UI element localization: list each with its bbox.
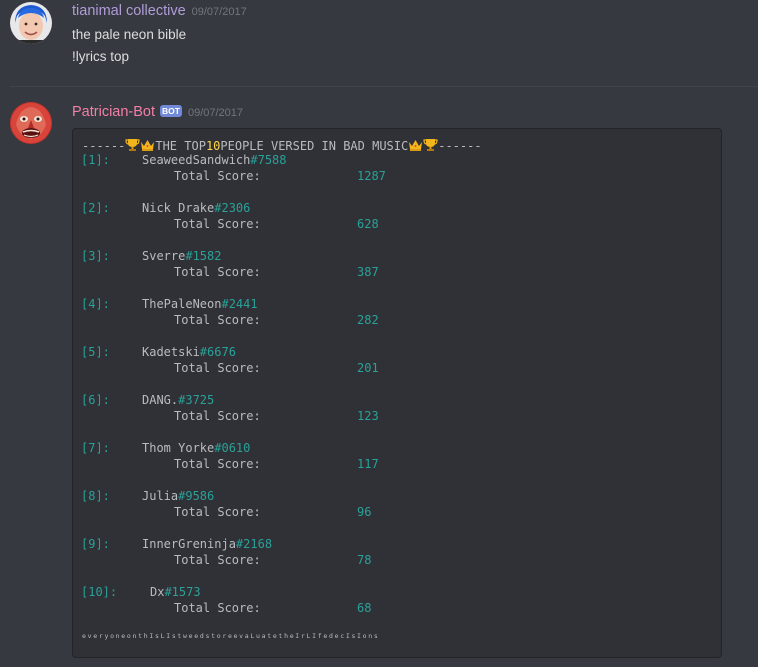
entry-tag: #2441 [221,297,258,311]
header-number: 10 [205,139,221,153]
leaderboard-entry: [6]: DANG.#3725 Total Score: 123 [73,393,713,433]
crown-icon [140,138,155,155]
score-value: 117 [357,457,379,471]
entry-username: Kadetski#6676 [142,345,236,359]
leaderboard-entry: [7]: Thom Yorke#0610 Total Score: 117 [73,441,713,481]
entry-tag: #2306 [214,201,251,215]
message-header: Patrician-Bot BOT 09/07/2017 [72,104,243,124]
entry-username: Nick Drake#2306 [142,201,250,215]
entry-rank: [9]: [81,537,110,551]
entry-tag: #0610 [214,441,251,455]
score-label: Total Score: [174,601,261,615]
message-text: !lyrics top [72,49,130,64]
entry-rank: [1]: [81,153,110,167]
score-label: Total Score: [174,409,261,423]
header-text: PEOPLE VERSED IN BAD MUSIC [220,139,409,153]
score-value: 78 [357,553,372,567]
score-value: 201 [357,361,379,375]
score-value: 123 [357,409,379,423]
entry-name: Nick Drake [142,201,215,215]
entry-username: Dx#1573 [150,585,201,599]
score-label: Total Score: [174,457,261,471]
score-label: Total Score: [174,553,261,567]
score-label: Total Score: [174,217,261,231]
leaderboard-title: ------ THE TOP 10 PEOPLE VERSED IN BAD M… [82,138,482,154]
entry-rank: [5]: [81,345,110,359]
trophy-icon [423,138,438,155]
entry-rank: [8]: [81,489,110,503]
entry-rank: [2]: [81,201,110,215]
message-tianimal: tianimal collective 09/07/2017 the pale … [0,0,758,86]
entry-username: Julia#9586 [142,489,214,503]
username[interactable]: Patrician-Bot [72,104,155,120]
timestamp: 09/07/2017 [187,107,244,119]
leaderboard-entry: [8]: Julia#9586 Total Score: 96 [73,489,713,529]
score-value: 628 [357,217,379,231]
bot-badge: BOT [160,105,182,117]
trophy-icon [125,138,140,155]
entry-tag: #3725 [178,393,215,407]
entry-tag: #1573 [164,585,201,599]
entry-rank: [7]: [81,441,110,455]
score-label: Total Score: [174,313,261,327]
entry-name: Sverre [142,249,186,263]
entry-username: Thom Yorke#0610 [142,441,250,455]
entry-username: Sverre#1582 [142,249,221,263]
leaderboard-entry: [9]: InnerGreninja#2168 Total Score: 78 [73,537,713,577]
score-label: Total Score: [174,505,261,519]
entry-name: ThePaleNeon [142,297,222,311]
code-block: ------ THE TOP 10 PEOPLE VERSED IN BAD M… [72,128,722,658]
leaderboard-entry: [1]: SeaweedSandwich#7588 Total Score: 1287 [73,153,713,193]
score-value: 96 [357,505,372,519]
message-patrician-bot: Patrician-Bot BOT 09/07/2017 ------ THE … [0,87,758,667]
entry-name: Dx [150,585,165,599]
entry-name: Kadetski [142,345,200,359]
score-label: Total Score: [174,361,261,375]
entry-username: SeaweedSandwich#7588 [142,153,287,167]
score-label: Total Score: [174,265,261,279]
entry-rank: [6]: [81,393,110,407]
leaderboard-entry: [3]: Sverre#1582 Total Score: 387 [73,249,713,289]
header-dashes: ------ [82,139,126,153]
entry-username: ThePaleNeon#2441 [142,297,258,311]
leaderboard-entry: [10]: Dx#1573 Total Score: 68 [73,585,713,625]
leaderboard-entry: [4]: ThePaleNeon#2441 Total Score: 282 [73,297,713,337]
message-header: tianimal collective 09/07/2017 [72,3,247,23]
chat-view: tianimal collective 09/07/2017 the pale … [0,0,758,667]
score-value: 1287 [357,169,386,183]
header-text: THE TOP [155,139,206,153]
leaderboard-footer: everyoneonthIsLIstweedstoreevaLuatetheIr… [82,632,380,640]
entry-name: SeaweedSandwich [142,153,251,167]
leaderboard-entry: [2]: Nick Drake#2306 Total Score: 628 [73,201,713,241]
entry-tag: #6676 [199,345,236,359]
entry-rank: [10]: [81,585,118,599]
score-value: 387 [357,265,379,279]
score-value: 68 [357,601,372,615]
entry-username: InnerGreninja#2168 [142,537,272,551]
timestamp: 09/07/2017 [191,6,247,18]
entry-rank: [3]: [81,249,110,263]
entry-tag: #9586 [178,489,215,503]
entry-rank: [4]: [81,297,110,311]
entry-name: Julia [142,489,179,503]
entry-username: DANG.#3725 [142,393,214,407]
avatar[interactable] [10,102,52,144]
entry-tag: #2168 [235,537,273,551]
header-dashes: ------ [438,139,482,153]
entry-tag: #1582 [185,249,222,263]
entry-name: DANG. [142,393,179,407]
score-label: Total Score: [174,169,261,183]
username[interactable]: tianimal collective [72,3,186,19]
crown-icon [408,138,423,155]
avatar[interactable] [10,2,52,44]
message-text: the pale neon bible [72,27,187,42]
entry-tag: #7588 [250,153,287,167]
score-value: 282 [357,313,379,327]
leaderboard-entry: [5]: Kadetski#6676 Total Score: 201 [73,345,713,385]
entry-name: Thom Yorke [142,441,215,455]
entry-name: InnerGreninja [142,537,236,551]
